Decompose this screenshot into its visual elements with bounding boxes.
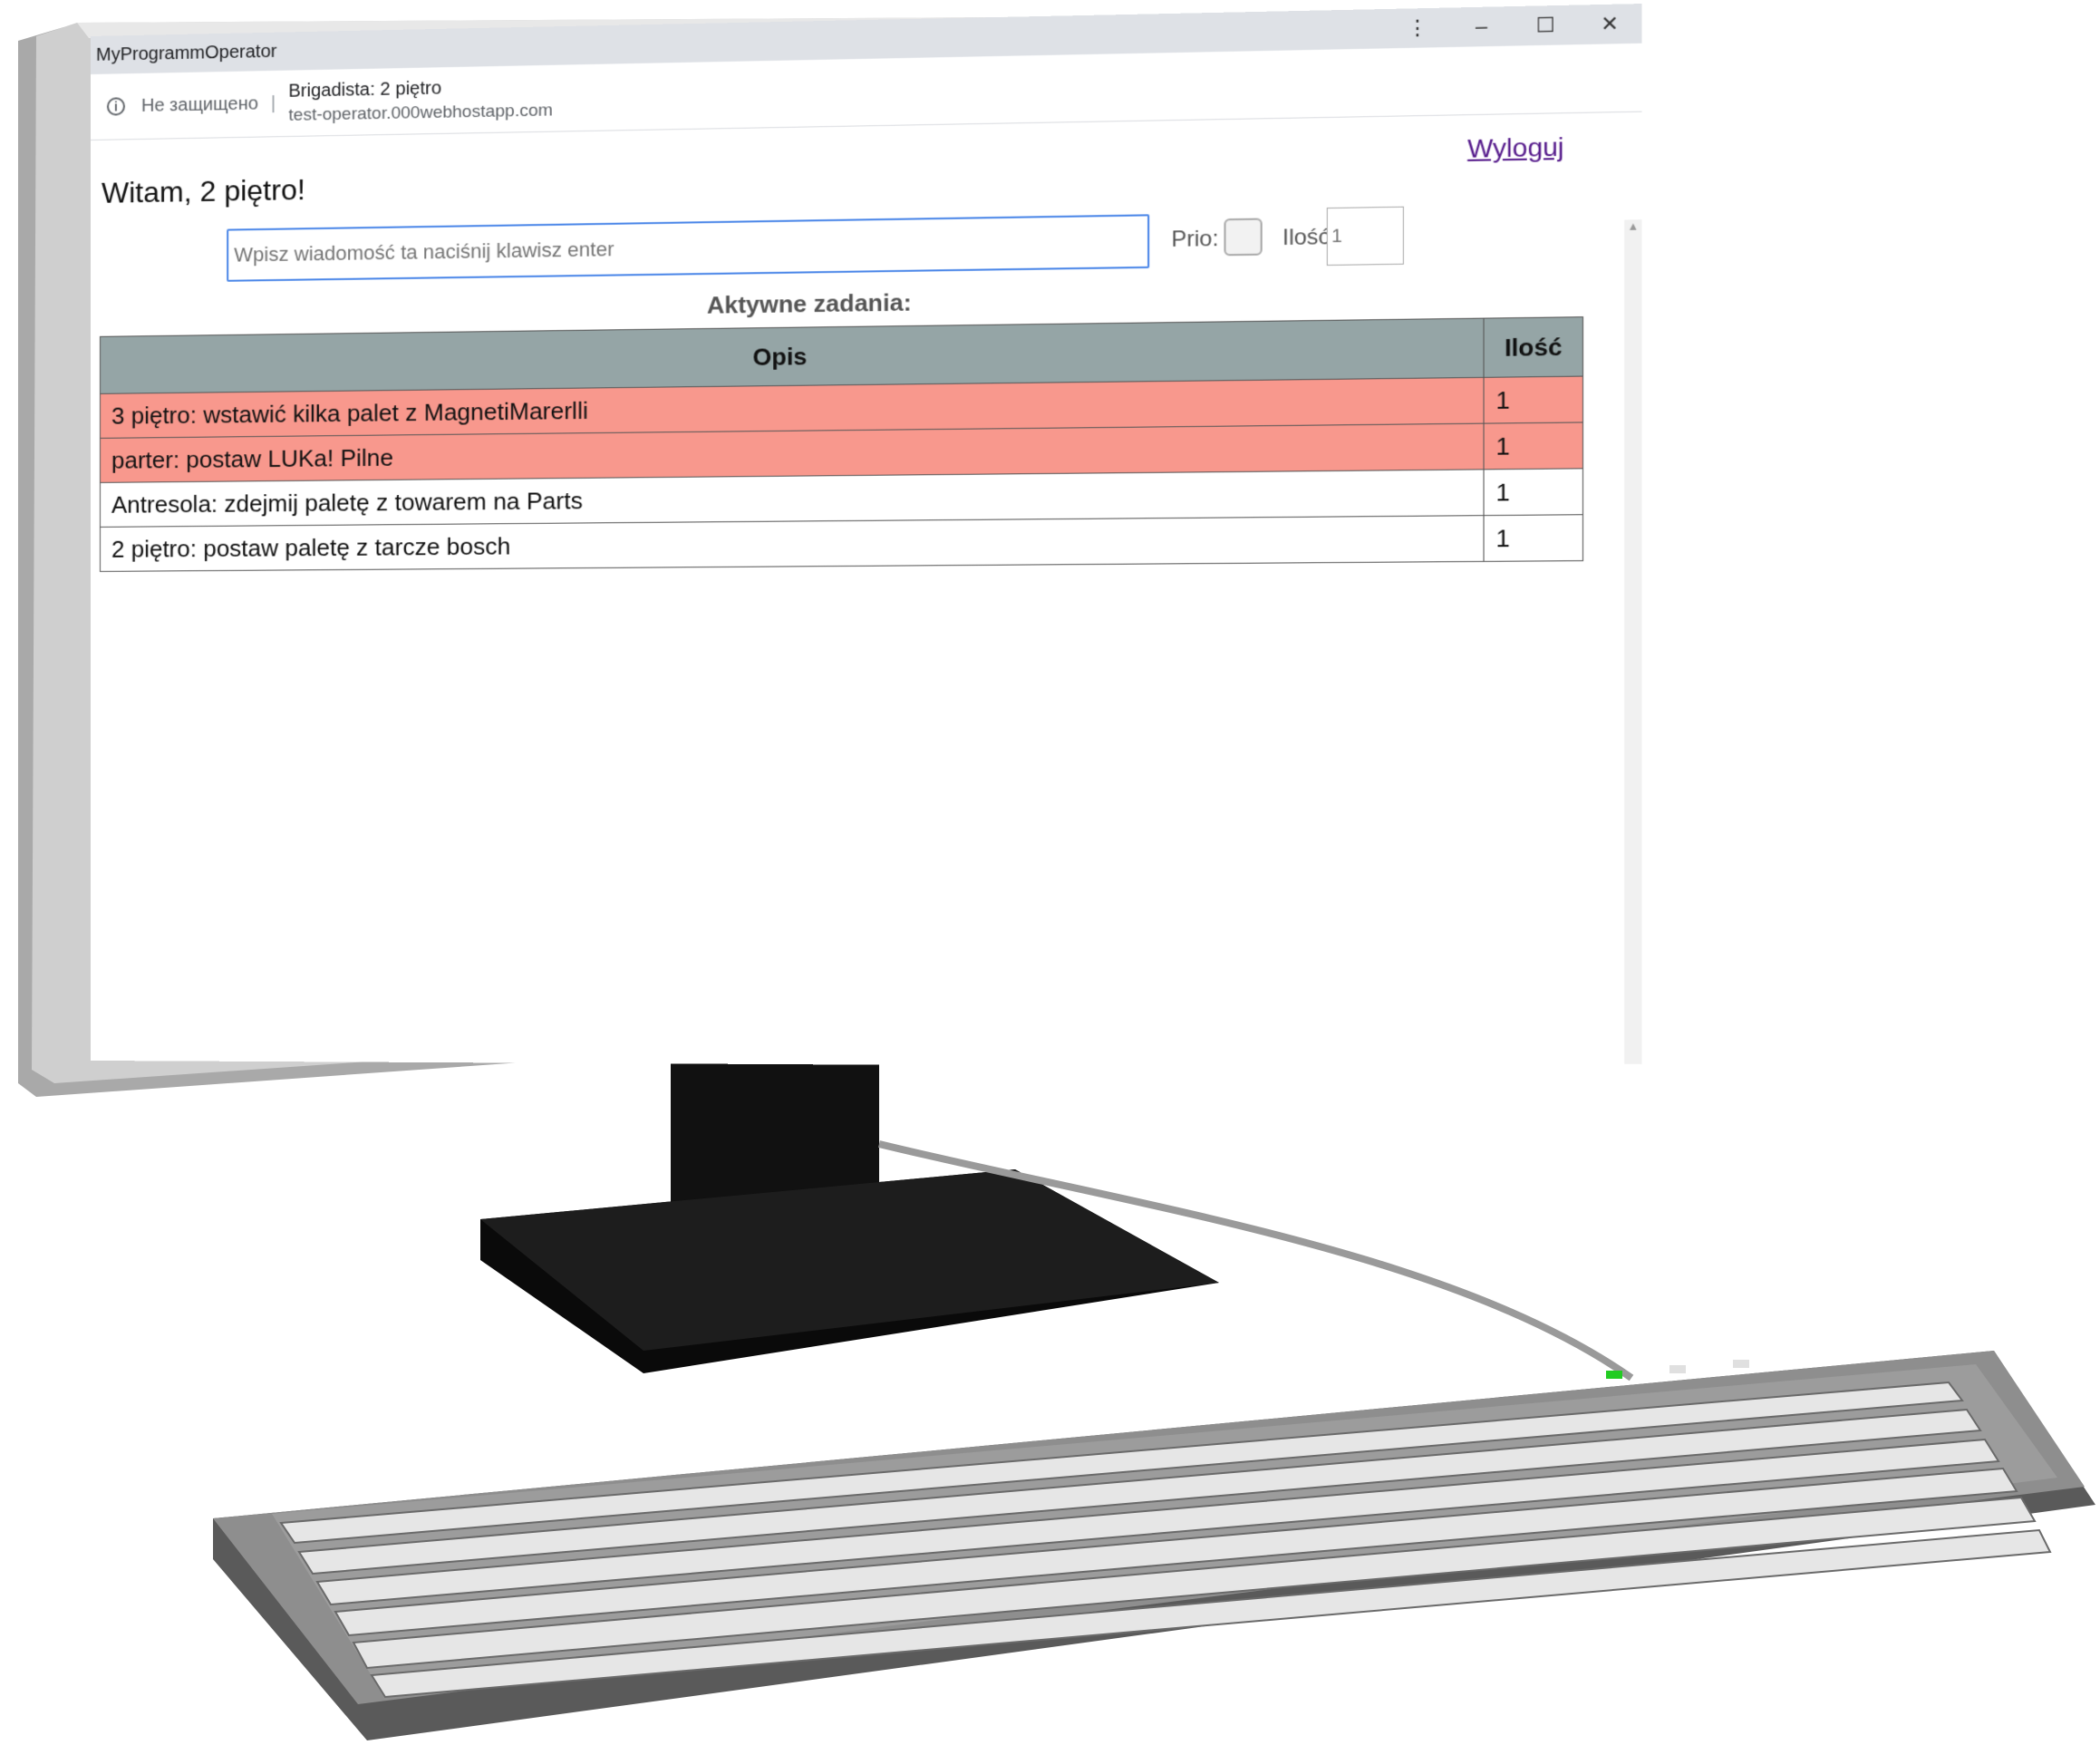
close-icon[interactable]: ✕ <box>1578 4 1642 44</box>
scroll-up-icon[interactable]: ▲ <box>1624 219 1641 237</box>
page-content: Wyloguj Witam, 2 piętro! Prio: Ilość Akt… <box>91 112 1642 1064</box>
page-title: Brigadista: 2 piętro <box>288 77 442 102</box>
security-status[interactable]: Не защищено <box>141 93 258 117</box>
task-quantity: 1 <box>1484 422 1583 470</box>
keyboard-led-icon <box>1669 1365 1686 1373</box>
maximize-icon[interactable]: ☐ <box>1514 5 1578 46</box>
task-quantity: 1 <box>1484 376 1583 424</box>
message-input[interactable] <box>227 214 1150 282</box>
minimize-icon[interactable]: – <box>1449 6 1514 47</box>
column-header-ilosc: Ilość <box>1484 316 1583 378</box>
tasks-table: Opis Ilość 3 piętro: wstawić kilka palet… <box>100 316 1583 572</box>
desktop-scene: MyProgrammOperator ⋮ – ☐ ✕ i Не защищено… <box>0 0 2100 1745</box>
prio-checkbox[interactable] <box>1224 218 1263 257</box>
quantity-label: Ilość <box>1282 224 1331 251</box>
more-vert-icon[interactable]: ⋮ <box>1386 8 1449 49</box>
info-icon[interactable]: i <box>106 97 125 116</box>
task-quantity: 1 <box>1484 514 1583 562</box>
page-url: test-operator.000webhostapp.com <box>288 100 553 125</box>
browser-window: MyProgrammOperator ⋮ – ☐ ✕ i Не защищено… <box>91 4 1642 1070</box>
task-quantity: 1 <box>1484 468 1583 516</box>
vertical-scrollbar[interactable] <box>1624 219 1642 1064</box>
keyboard-led-icon <box>1733 1360 1749 1368</box>
keyboard-led-icon <box>1606 1371 1622 1379</box>
prio-label: Prio: <box>1171 226 1219 253</box>
greeting-heading: Witam, 2 piętro! <box>101 172 305 209</box>
address-separator: | <box>271 92 276 113</box>
logout-link[interactable]: Wyloguj <box>1467 132 1563 164</box>
quantity-input[interactable] <box>1326 206 1404 267</box>
url-display[interactable]: Brigadista: 2 piętro test-operator.000we… <box>288 75 552 125</box>
